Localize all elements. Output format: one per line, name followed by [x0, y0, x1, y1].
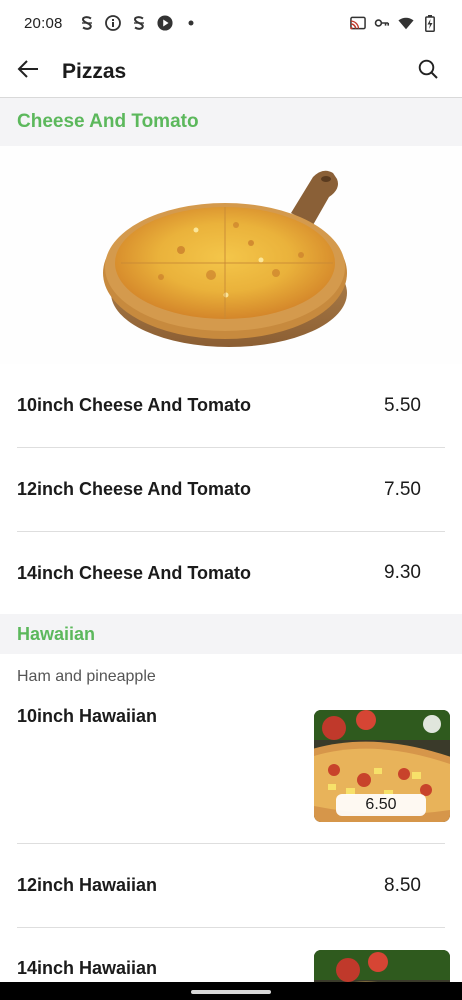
item-name: 10inch Hawaiian — [17, 706, 158, 726]
battery-icon — [422, 14, 438, 32]
section-title: Cheese And Tomato — [17, 111, 199, 132]
item-name: 10inch Cheese And Tomato — [17, 395, 252, 415]
section-description: Ham and pineapple — [17, 668, 156, 685]
section-header-cheese-and-tomato: Cheese And Tomato — [0, 98, 462, 146]
menu-item-row[interactable]: 14inch Cheese And Tomato 9.30 — [17, 532, 445, 614]
play-circle-icon — [156, 15, 173, 31]
page-title: Pizzas — [62, 59, 127, 83]
s-app-icon — [79, 15, 95, 31]
item-name: 12inch Cheese And Tomato — [17, 479, 252, 499]
info-icon — [104, 15, 121, 31]
cast-icon — [350, 15, 366, 31]
navigation-bar — [0, 982, 462, 1000]
menu-item-row[interactable]: 10inch Hawaiian 6.50 — [17, 694, 450, 844]
home-gesture-handle[interactable] — [191, 990, 271, 994]
menu-item-row[interactable]: 14inch Hawaiian — [17, 928, 450, 982]
item-name: 14inch Hawaiian — [17, 958, 158, 978]
cheese-and-tomato-image — [0, 146, 462, 364]
item-name: 12inch Hawaiian — [17, 875, 158, 895]
vpn-key-icon — [374, 15, 390, 31]
s-app-icon — [131, 15, 147, 31]
menu-item-row[interactable]: 12inch Hawaiian 8.50 — [17, 844, 445, 928]
item-price: 8.50 — [384, 874, 421, 896]
app-bar: Pizzas — [0, 46, 462, 98]
menu-list[interactable]: Cheese And Tomato 10inch Cheese And Toma… — [0, 98, 462, 982]
arrow-back-icon — [17, 59, 39, 84]
hawaiian-pizza-image — [314, 950, 450, 982]
menu-item-row[interactable]: 10inch Cheese And Tomato 5.50 — [17, 364, 445, 448]
wifi-icon — [398, 15, 414, 31]
item-price-badge: 6.50 — [336, 794, 426, 816]
item-price: 7.50 — [384, 478, 421, 500]
section-title: Hawaiian — [17, 623, 96, 644]
search-button[interactable] — [400, 46, 456, 98]
search-icon — [418, 59, 438, 84]
status-bar: 20:08 — [0, 0, 462, 46]
status-time: 20:08 — [24, 14, 63, 32]
hawaiian-pizza-image: 6.50 — [314, 710, 450, 822]
item-name: 14inch Cheese And Tomato — [17, 562, 252, 583]
item-price: 9.30 — [384, 562, 421, 583]
dot-icon — [183, 15, 199, 31]
section-header-hawaiian: Hawaiian — [0, 614, 462, 654]
item-price: 5.50 — [384, 394, 421, 416]
menu-item-row[interactable]: 12inch Cheese And Tomato 7.50 — [17, 448, 445, 532]
back-button[interactable] — [0, 46, 56, 98]
